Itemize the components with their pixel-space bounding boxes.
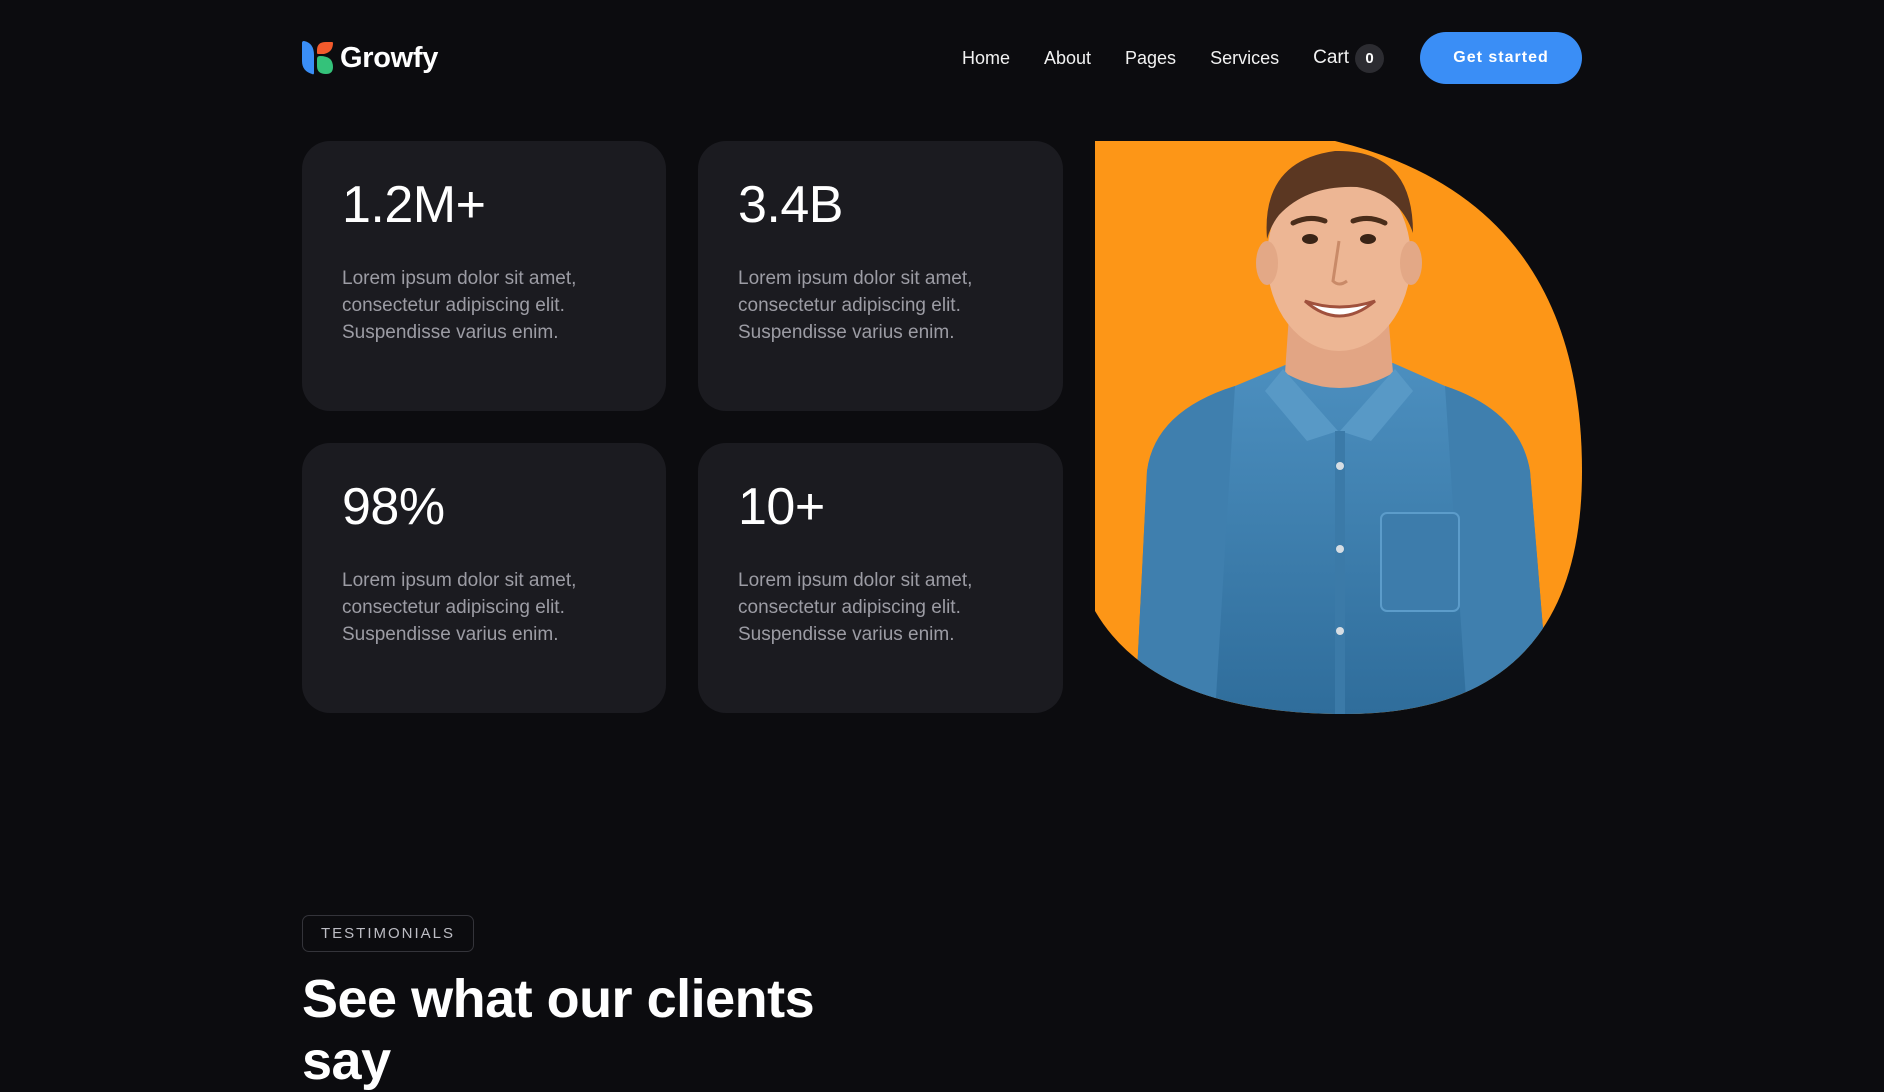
main-nav: Home About Pages Services Cart 0 Get sta… — [962, 32, 1582, 84]
stat-description: Lorem ipsum dolor sit amet, consectetur … — [738, 268, 973, 343]
stat-value: 10+ — [738, 478, 825, 536]
brand-name: Growfy — [340, 41, 439, 74]
cart-label: Cart — [1313, 47, 1349, 68]
stat-card: 98% Lorem ipsum dolor sit amet, consecte… — [302, 443, 666, 713]
nav-about[interactable]: About — [1044, 48, 1091, 69]
stat-description: Lorem ipsum dolor sit amet, consectetur … — [342, 268, 577, 343]
cart-count-badge: 0 — [1355, 43, 1384, 73]
nav-services[interactable]: Services — [1210, 48, 1279, 69]
site-header: Growfy Home About Pages Services Cart 0 … — [302, 32, 1582, 84]
growfy-logo-icon — [302, 41, 333, 75]
smiling-man-illustration — [1095, 141, 1582, 714]
stat-description: Lorem ipsum dolor sit amet, consectetur … — [342, 570, 577, 645]
stat-description: Lorem ipsum dolor sit amet, consectetur … — [738, 570, 973, 645]
testimonials-title: See what our clients say — [302, 969, 815, 1091]
hero-photo — [1095, 141, 1582, 714]
stat-card: 10+ Lorem ipsum dolor sit amet, consecte… — [698, 443, 1063, 713]
cart-link[interactable]: Cart 0 — [1313, 43, 1384, 73]
testimonials-tag: TESTIMONIALS — [302, 915, 475, 952]
nav-pages[interactable]: Pages — [1125, 48, 1176, 69]
stat-value: 3.4B — [738, 176, 843, 234]
stat-value: 98% — [342, 478, 445, 536]
stat-card: 3.4B Lorem ipsum dolor sit amet, consect… — [698, 141, 1063, 411]
nav-home[interactable]: Home — [962, 48, 1010, 69]
get-started-button[interactable]: Get started — [1420, 32, 1582, 84]
stat-card: 1.2M+ Lorem ipsum dolor sit amet, consec… — [302, 141, 666, 411]
brand-logo[interactable]: Growfy — [302, 41, 438, 75]
stat-value: 1.2M+ — [342, 176, 486, 234]
